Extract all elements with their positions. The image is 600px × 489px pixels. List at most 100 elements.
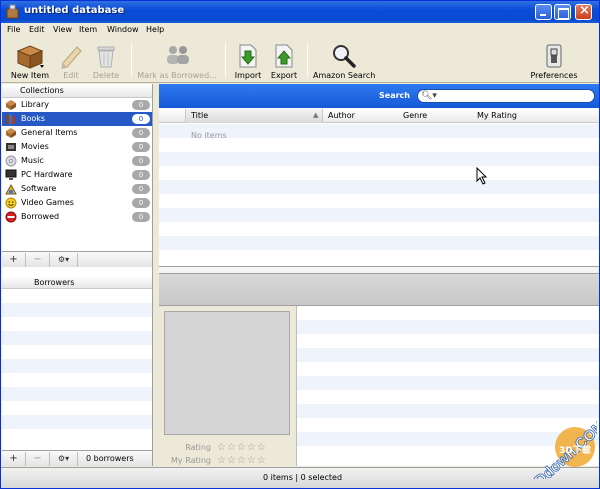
collection-name: PC Hardware <box>21 170 73 179</box>
main-panel: Search 🔍︎▾ Title ▲ Author Genre My Ratin… <box>159 84 599 466</box>
sort-ascending-icon: ▲ <box>313 111 319 119</box>
collection-name: Music <box>21 156 44 165</box>
sidebar-item-music[interactable]: Music 0 <box>2 154 152 168</box>
remove-borrower-button[interactable]: − <box>26 452 50 466</box>
mark-borrowed-button[interactable]: Mark as Borrowed... <box>137 39 217 83</box>
collection-count-badge: 0 <box>132 142 150 152</box>
title-bar[interactable]: untitled database <box>1 1 599 23</box>
status-text: 0 items | 0 selected <box>263 473 343 482</box>
toolbar: New Item Edit Delete Mark as Borrowed...… <box>1 39 599 83</box>
search-input[interactable]: 🔍︎▾ <box>417 89 595 103</box>
borrowers-header-label: Borrowers <box>34 278 75 287</box>
menu-window[interactable]: Window <box>107 25 139 34</box>
rating-row: Rating ☆☆☆☆☆ <box>159 442 297 454</box>
edit-label: Edit <box>63 71 79 80</box>
remove-collection-button[interactable]: − <box>26 253 50 267</box>
borrower-actions-gear-button[interactable]: ⚙▾ <box>50 452 78 466</box>
column-header-author[interactable]: Author <box>328 111 355 120</box>
collections-header[interactable]: Collections <box>2 84 152 98</box>
menu-item[interactable]: Item <box>79 25 97 34</box>
list-row-stripe <box>297 320 599 334</box>
table-row <box>159 152 599 166</box>
smiley-icon <box>5 197 17 209</box>
my-rating-row: My Rating ☆☆☆☆☆ <box>159 455 297 467</box>
new-item-label: New Item <box>10 71 50 80</box>
table-row <box>159 208 599 222</box>
column-header-title[interactable]: Title <box>191 111 208 120</box>
pane-splitter[interactable] <box>159 266 599 274</box>
list-row-stripe <box>2 387 152 401</box>
my-rating-label: My Rating <box>171 456 211 465</box>
search-icon[interactable]: 🔍︎▾ <box>421 91 437 101</box>
sidebar-item-software[interactable]: Software 0 <box>2 182 152 196</box>
toolbar-separator <box>131 43 132 77</box>
column-header-genre[interactable]: Genre <box>403 111 427 120</box>
column-header-my-rating[interactable]: My Rating <box>477 111 517 120</box>
switch-icon <box>546 44 562 68</box>
menu-help[interactable]: Help <box>146 25 164 34</box>
mark-borrowed-label: Mark as Borrowed... <box>137 71 217 80</box>
menu-edit[interactable]: Edit <box>29 25 45 34</box>
library-icon <box>6 100 16 110</box>
close-button[interactable] <box>575 3 592 20</box>
export-button[interactable]: Export <box>267 39 301 83</box>
preferences-label: Preferences <box>530 71 578 80</box>
menu-file[interactable]: File <box>7 25 20 34</box>
toolbar-separator <box>225 43 226 77</box>
sidebar-item-books[interactable]: Books 0 <box>2 112 152 126</box>
collection-count-badge: 0 <box>132 100 150 110</box>
sidebar-item-pc-hardware[interactable]: PC Hardware 0 <box>2 168 152 182</box>
menu-bar: File Edit View Item Window Help <box>1 23 599 39</box>
status-bar: 0 items | 0 selected <box>1 467 599 488</box>
sidebar-item-movies[interactable]: Movies 0 <box>2 140 152 154</box>
box-icon <box>6 128 16 138</box>
software-icon <box>5 183 17 195</box>
new-item-button[interactable]: New Item <box>7 39 53 83</box>
collection-count-badge: 0 <box>132 212 150 222</box>
table-row <box>159 180 599 194</box>
add-collection-button[interactable]: + <box>2 253 26 267</box>
trash-icon <box>97 46 115 68</box>
collection-actions-gear-button[interactable]: ⚙▾ <box>50 253 78 267</box>
collection-name: Borrowed <box>21 212 60 221</box>
preferences-button[interactable]: Preferences <box>529 39 579 83</box>
edit-button[interactable]: Edit <box>57 39 85 83</box>
item-detail-panel: Rating ☆☆☆☆☆ My Rating ☆☆☆☆☆ <box>159 306 297 466</box>
borrowers-header[interactable]: Borrowers <box>2 276 152 289</box>
list-row-stripe <box>2 303 152 317</box>
minimize-button[interactable] <box>535 4 552 20</box>
collections-toolbar: + − ⚙▾ <box>2 251 152 267</box>
app-icon <box>6 4 19 19</box>
list-row-stripe <box>297 432 599 446</box>
amazon-search-button[interactable]: Amazon Search <box>313 39 375 83</box>
import-label: Import <box>234 71 262 80</box>
mouse-cursor-icon <box>476 167 488 185</box>
app-window: untitled database File Edit View Item Wi… <box>0 0 600 489</box>
delete-button[interactable]: Delete <box>89 39 123 83</box>
list-row-stripe <box>297 348 599 362</box>
collection-count-badge: 0 <box>132 198 150 208</box>
import-icon <box>239 44 257 68</box>
collections-header-label: Collections <box>20 86 64 95</box>
collection-name: Software <box>21 184 57 193</box>
import-button[interactable]: Import <box>231 39 265 83</box>
collection-name: Library <box>21 100 49 109</box>
no-entry-icon <box>5 211 17 223</box>
amazon-search-label: Amazon Search <box>313 71 376 80</box>
sidebar-item-video-games[interactable]: Video Games 0 <box>2 196 152 210</box>
sidebar-item-borrowed[interactable]: Borrowed 0 <box>2 210 152 224</box>
collection-count-badge: 0 <box>132 128 150 138</box>
my-rating-stars[interactable]: ☆☆☆☆☆ <box>217 455 267 466</box>
search-bar: Search 🔍︎▾ <box>159 84 599 108</box>
detail-header-area <box>159 274 599 306</box>
menu-view[interactable]: View <box>53 25 72 34</box>
sidebar-item-general-items[interactable]: General Items 0 <box>2 126 152 140</box>
rating-stars[interactable]: ☆☆☆☆☆ <box>217 442 267 453</box>
delete-label: Delete <box>92 71 120 80</box>
toolbar-separator <box>307 43 308 77</box>
books-icon <box>6 114 15 124</box>
collection-count-badge: 0 <box>132 170 150 180</box>
add-borrower-button[interactable]: + <box>2 452 26 466</box>
maximize-button[interactable] <box>554 4 571 20</box>
sidebar-item-library[interactable]: Library 0 <box>2 98 152 112</box>
